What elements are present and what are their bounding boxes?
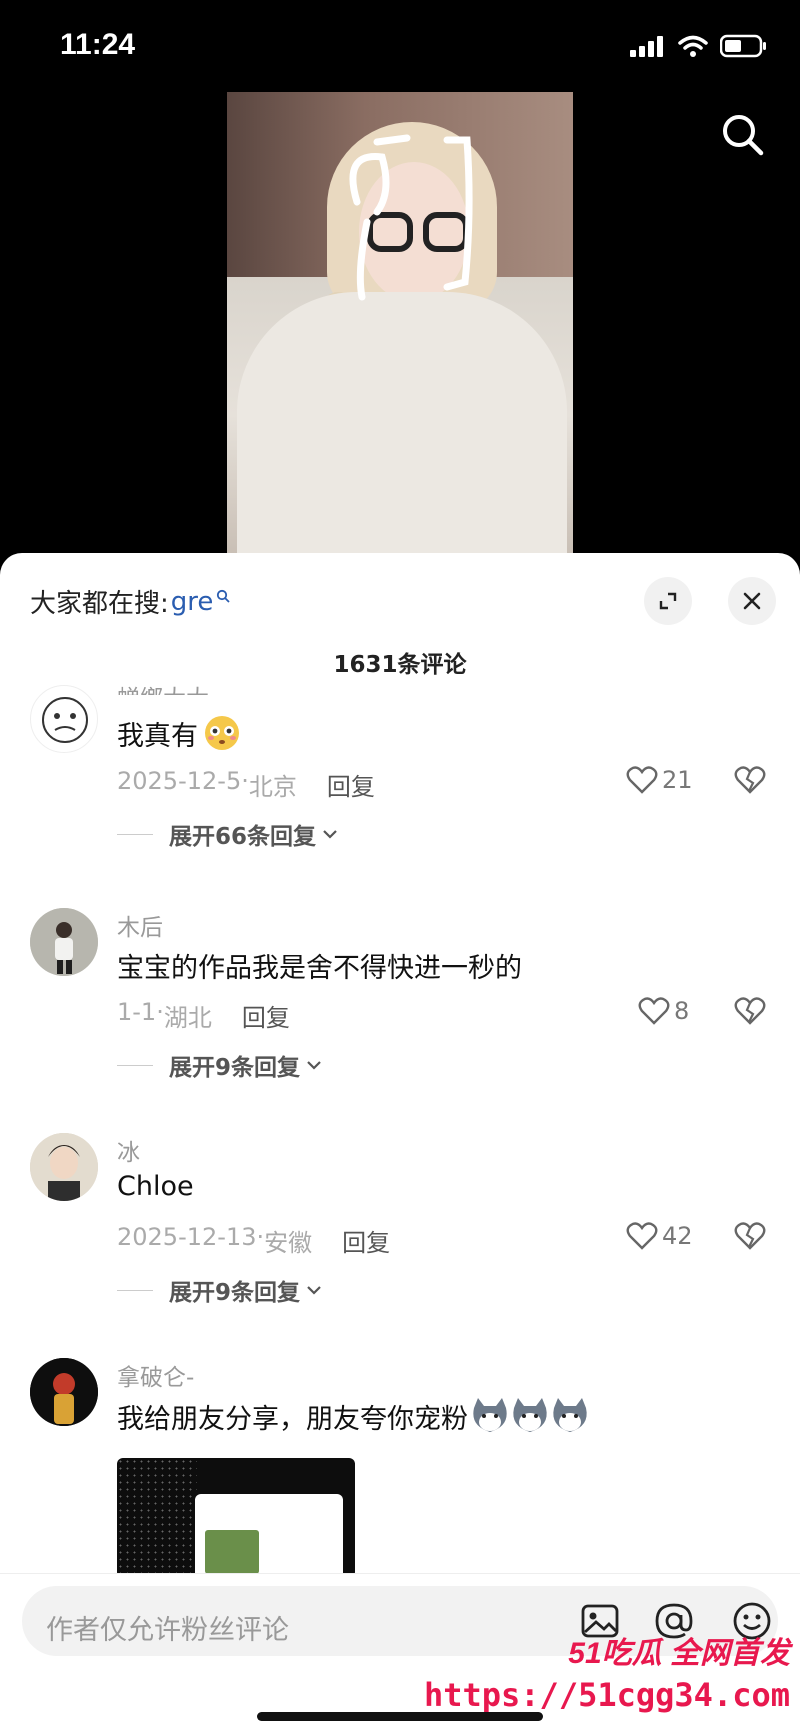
chevron-down-icon: [307, 1286, 321, 1295]
search-icon[interactable]: [718, 110, 768, 160]
hot-search-label: 大家都在搜:: [30, 589, 169, 619]
comment-user[interactable]: 拿破仑-: [117, 1358, 194, 1392]
expand-replies-label: 展开66条回复: [169, 824, 317, 850]
flushed-face-icon: [205, 716, 239, 750]
comment-input-placeholder: 作者仅允许粉丝评论: [46, 1615, 289, 1646]
signal-icon: [630, 36, 663, 57]
sheet-header: 大家都在搜: gre: [0, 553, 800, 645]
comment-date: 2025-12-5·: [117, 767, 249, 795]
expand-replies[interactable]: 展开9条回复: [117, 1273, 322, 1307]
status-icons: [630, 34, 768, 58]
comment-count: 1631条评论: [333, 652, 467, 678]
image-starfield: [117, 1458, 197, 1578]
watermark-brand: 51吃瓜 全网首发: [568, 1637, 790, 1670]
watermark: 51吃瓜 全网首发 https://51cgg34.com: [424, 1628, 790, 1714]
sketch-avatar-icon: [42, 697, 88, 743]
person-photo-icon: [30, 1133, 98, 1201]
comment-text-content: 我真有: [117, 720, 198, 752]
comment-user[interactable]: 蝉鄉大大: [117, 679, 209, 695]
expand-icon: [659, 592, 677, 610]
reply-button[interactable]: 回复: [242, 998, 290, 1033]
close-button[interactable]: [728, 577, 776, 625]
video-preview[interactable]: [227, 92, 573, 554]
like-button[interactable]: 42: [626, 1221, 693, 1251]
comment-text-content: 我给朋友分享，朋友夸你宠粉: [117, 1403, 468, 1435]
reply-button[interactable]: 回复: [327, 767, 375, 802]
person-photo-icon: [30, 1358, 98, 1426]
comment-date: 1-1·: [117, 998, 164, 1026]
comment-text: 我给朋友分享，朋友夸你宠粉: [117, 1396, 590, 1436]
comment-text: 我真有: [117, 713, 242, 753]
divider: [117, 833, 153, 835]
husky-emoji-icon: [473, 1398, 587, 1432]
chevron-down-icon: [323, 830, 337, 839]
comment-location: 北京: [248, 773, 297, 801]
expand-replies[interactable]: 展开66条回复: [117, 817, 338, 851]
status-time: 11:24: [60, 28, 136, 61]
watermark-url: https://51cgg34.com: [423, 1676, 790, 1714]
home-indicator[interactable]: [257, 1712, 543, 1721]
comment-sheet: 大家都在搜: gre 1631条评论 我真有 2025-12-5· 北京 回复 …: [0, 553, 800, 1733]
image-thumbnail: [205, 1530, 259, 1574]
shared-screenshot-image[interactable]: [117, 1458, 355, 1578]
avatar[interactable]: [30, 685, 98, 753]
status-bar: 11:24: [0, 0, 800, 95]
like-count: 42: [662, 1222, 693, 1250]
avatar[interactable]: [30, 1358, 98, 1426]
reply-button[interactable]: 回复: [342, 1223, 390, 1258]
dislike-icon[interactable]: [734, 765, 766, 795]
expand-button[interactable]: [644, 577, 692, 625]
comment-user[interactable]: 木后: [117, 908, 163, 942]
wifi-icon: [678, 35, 708, 57]
comment-user[interactable]: 冰: [117, 1133, 140, 1167]
like-count: 8: [674, 997, 690, 1025]
expand-replies[interactable]: 展开9条回复: [117, 1048, 322, 1082]
mini-search-icon: [217, 589, 231, 603]
divider: [117, 1064, 153, 1066]
expand-replies-label: 展开9条回复: [169, 1280, 301, 1306]
comment-location: 安徽: [264, 1229, 313, 1257]
like-count: 21: [662, 766, 693, 794]
avatar[interactable]: [30, 1133, 98, 1201]
comment-meta: 1-1· 湖北 回复: [117, 998, 290, 1033]
video-hoodie: [237, 292, 567, 554]
chevron-down-icon: [307, 1061, 321, 1070]
comment-text: Chloe: [117, 1171, 194, 1202]
video-doodle: [349, 134, 473, 301]
comment-location: 湖北: [163, 1004, 212, 1032]
avatar[interactable]: [30, 908, 98, 976]
dislike-icon[interactable]: [734, 1221, 766, 1251]
like-button[interactable]: 8: [638, 996, 689, 1026]
close-icon: [743, 592, 761, 610]
dislike-icon[interactable]: [734, 996, 766, 1026]
hot-search-term[interactable]: gre: [171, 587, 214, 617]
heart-icon: [626, 766, 658, 794]
heart-icon: [626, 1222, 658, 1250]
expand-replies-label: 展开9条回复: [169, 1055, 301, 1081]
comment-date: 2025-12-13·: [117, 1223, 265, 1251]
comment-meta: 2025-12-13· 安徽 回复: [117, 1223, 390, 1258]
battery-icon: [720, 34, 766, 58]
comment-text: 宝宝的作品我是舍不得快进一秒的: [117, 953, 522, 984]
like-button[interactable]: 21: [626, 765, 693, 795]
heart-icon: [638, 997, 670, 1025]
hot-search[interactable]: 大家都在搜: gre: [30, 583, 231, 620]
person-photo-icon: [30, 908, 98, 976]
comment-meta: 2025-12-5· 北京 回复: [117, 767, 375, 802]
divider: [117, 1289, 153, 1291]
